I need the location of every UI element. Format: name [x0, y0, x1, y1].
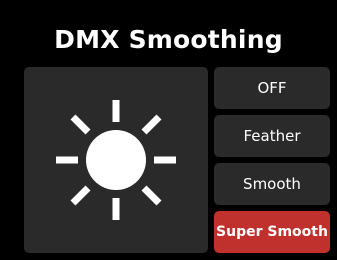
mode-off-label: OFF: [257, 79, 287, 97]
mode-super-smooth-label: Super Smooth: [216, 224, 328, 240]
mode-smooth-button[interactable]: Smooth: [214, 163, 330, 205]
page-title: DMX Smoothing: [54, 25, 283, 54]
dmx-smoothing-screen: DMX Smoothing OFF Feather Smooth Super S…: [0, 0, 337, 260]
sun-icon: [56, 100, 176, 220]
sun-ray-top-left: [70, 114, 91, 135]
mode-feather-button[interactable]: Feather: [214, 115, 330, 157]
sun-ray-top-right: [141, 114, 162, 135]
mode-off-button[interactable]: OFF: [214, 67, 330, 109]
preview-panel: [24, 67, 208, 253]
sun-ray-bottom-right: [141, 185, 162, 206]
mode-super-smooth-button[interactable]: Super Smooth: [214, 211, 330, 253]
mode-feather-label: Feather: [243, 127, 301, 145]
sun-ray-bottom-left: [70, 185, 91, 206]
sun-disc: [86, 130, 146, 190]
mode-smooth-label: Smooth: [243, 175, 301, 193]
